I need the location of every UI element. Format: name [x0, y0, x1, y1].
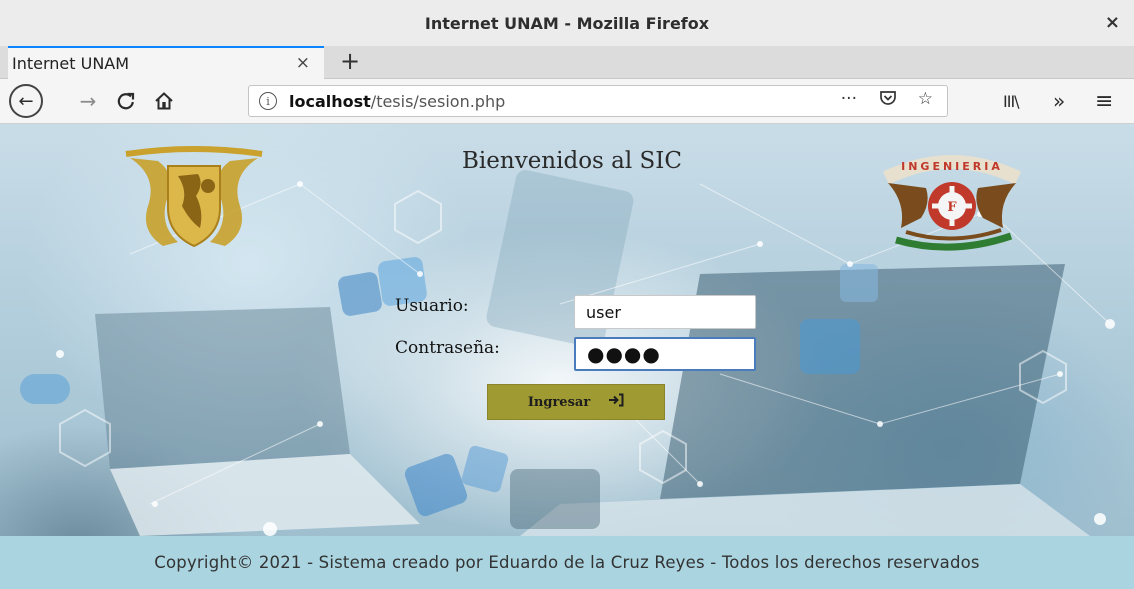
- tab-label: Internet UNAM: [12, 54, 130, 73]
- window-title: Internet UNAM - Mozilla Firefox: [424, 13, 710, 33]
- new-tab-icon[interactable]: +: [340, 47, 360, 75]
- tab-internet-unam[interactable]: Internet UNAM ×: [8, 46, 324, 79]
- url-host: localhost: [289, 91, 371, 111]
- back-icon[interactable]: ←: [9, 84, 43, 118]
- hamburger-menu-icon[interactable]: ≡: [1095, 85, 1113, 117]
- ingresar-button-label: Ingresar: [527, 394, 591, 410]
- navigation-toolbar: ← → i localhost/tesis/sesion.php ··· ☆ I…: [0, 79, 1134, 124]
- page-content: Bienvenidos al SIC INGENIERIA F Usuario:: [0, 124, 1134, 589]
- tab-strip: Internet UNAM × +: [0, 46, 1134, 79]
- tab-close-icon[interactable]: ×: [296, 53, 310, 73]
- pocket-icon[interactable]: [879, 89, 897, 112]
- bookmark-star-icon[interactable]: ☆: [918, 89, 933, 109]
- url-path: /tesis/sesion.php: [370, 91, 506, 111]
- copyright-text: Copyright© 2021 - Sistema creado por Edu…: [154, 553, 980, 572]
- window-close-icon[interactable]: ×: [1105, 12, 1120, 33]
- page-footer: Copyright© 2021 - Sistema creado por Edu…: [0, 536, 1134, 589]
- overflow-menu-icon[interactable]: »: [1053, 85, 1065, 117]
- forward-icon[interactable]: →: [76, 85, 100, 117]
- ingenieria-logo-text: INGENIERIA: [901, 160, 1003, 173]
- username-input[interactable]: [574, 295, 756, 329]
- sign-in-icon: [608, 393, 624, 411]
- address-bar[interactable]: i localhost/tesis/sesion.php ··· ☆: [248, 85, 948, 117]
- window-titlebar: Internet UNAM - Mozilla Firefox ×: [0, 0, 1134, 46]
- ingresar-button[interactable]: Ingresar: [487, 384, 665, 420]
- unam-logo: [125, 146, 263, 248]
- username-label: Usuario:: [395, 296, 469, 316]
- page-actions-icon[interactable]: ···: [841, 89, 857, 109]
- password-input[interactable]: ●●●●: [574, 337, 756, 371]
- library-icon[interactable]: III\: [1003, 85, 1020, 117]
- password-label: Contraseña:: [395, 338, 500, 358]
- hero-background: Bienvenidos al SIC INGENIERIA F Usuario:: [0, 124, 1134, 536]
- home-icon[interactable]: [150, 85, 178, 117]
- reload-icon[interactable]: [113, 85, 139, 117]
- ingenieria-logo: INGENIERIA F: [882, 155, 1022, 251]
- site-info-icon[interactable]: i: [259, 92, 277, 110]
- svg-text:F: F: [947, 200, 957, 215]
- password-mask: ●●●●: [587, 342, 661, 366]
